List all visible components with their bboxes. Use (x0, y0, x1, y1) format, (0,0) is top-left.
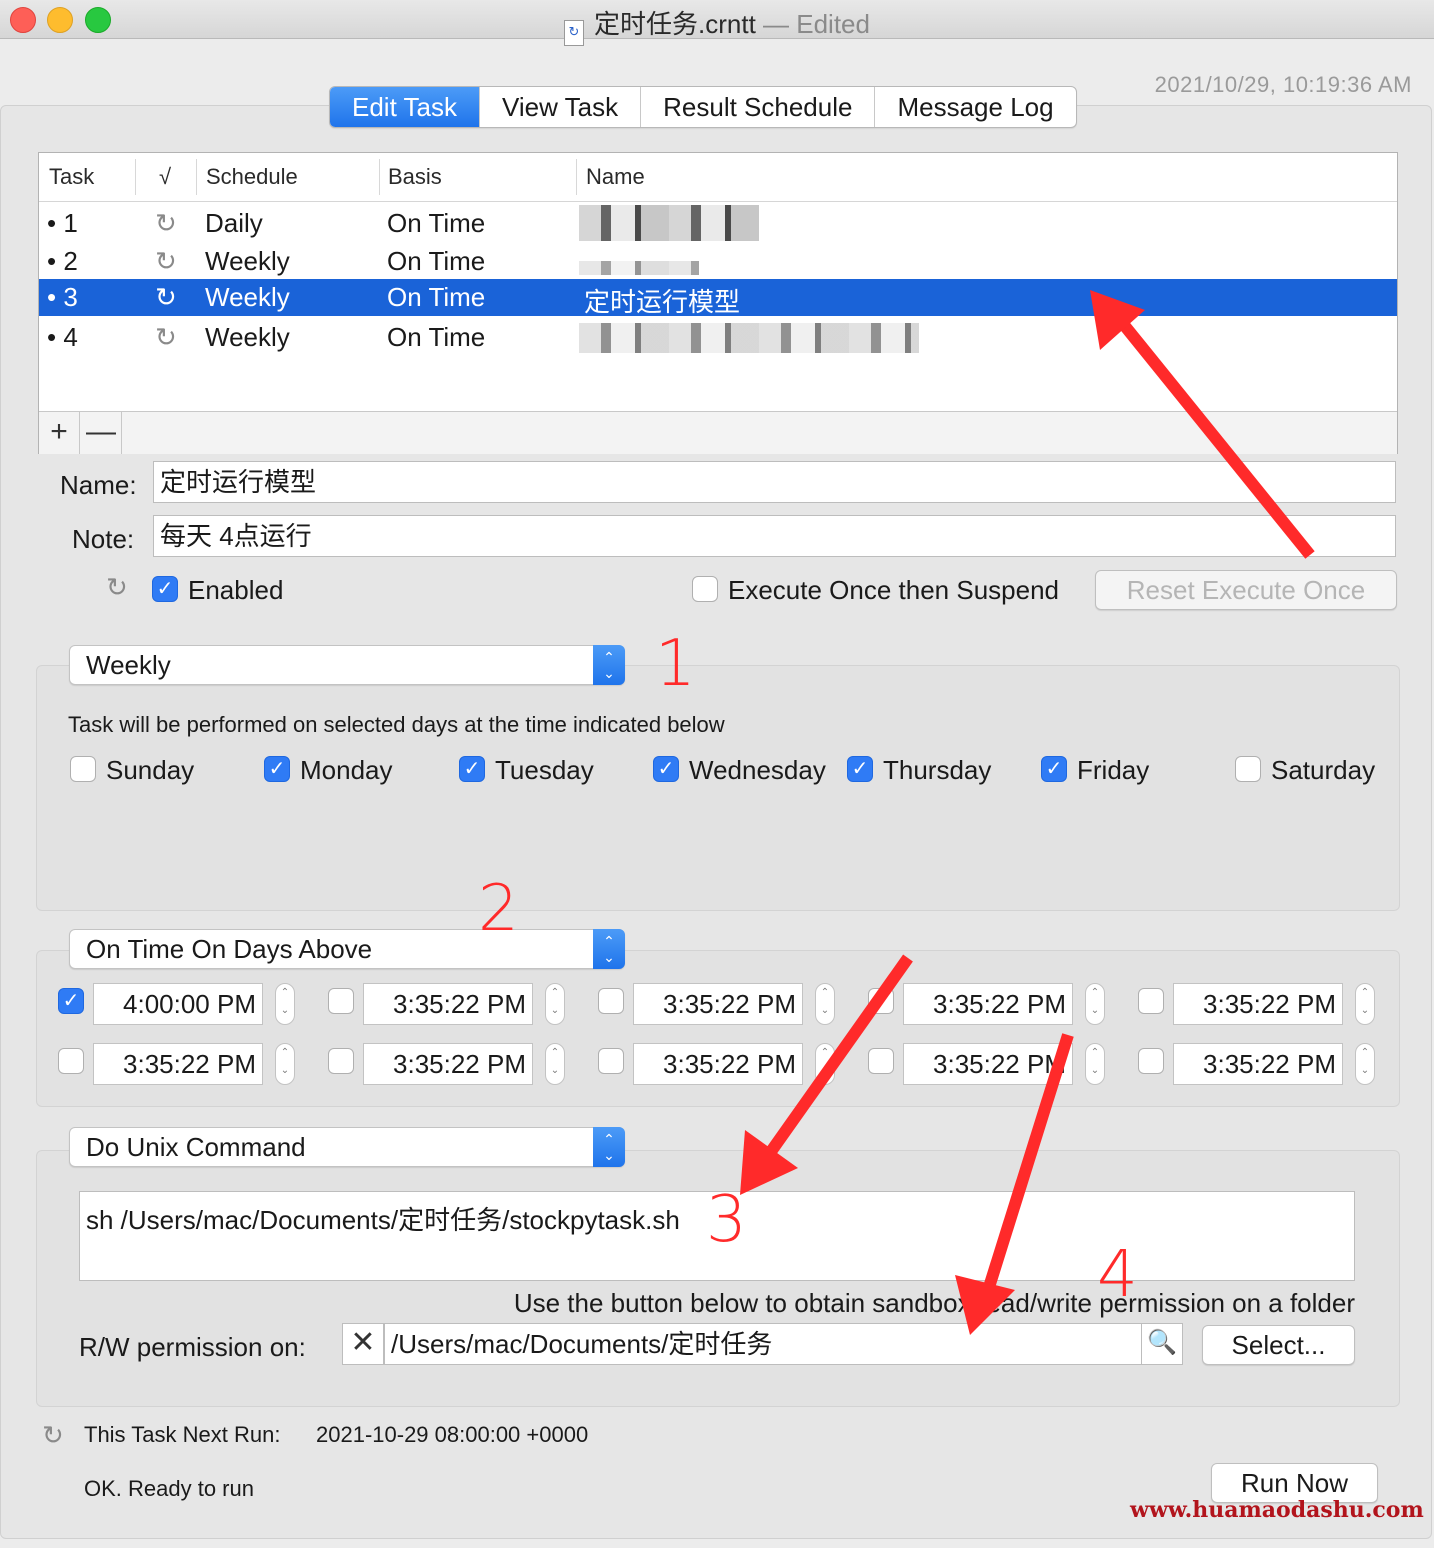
annotation-arrow (979, 1033, 1074, 1302)
annotation-arrowhead (740, 1130, 798, 1195)
annotation-arrowhead (955, 1275, 1015, 1335)
watermark: www.huamaodashu.com (1130, 1497, 1424, 1523)
annotation-arrow (1115, 316, 1315, 559)
annotation-arrows (740, 290, 1315, 1335)
annotation-arrow (760, 954, 913, 1164)
